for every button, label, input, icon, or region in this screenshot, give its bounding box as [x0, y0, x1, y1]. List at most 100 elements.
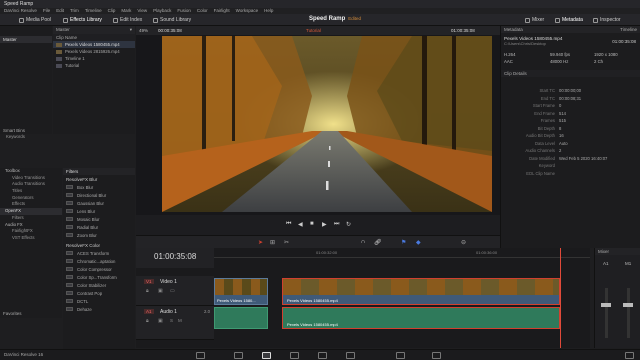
solo-button[interactable]: S — [170, 318, 173, 323]
v1-label[interactable]: V1 — [144, 279, 154, 284]
monitor-icon[interactable]: ▭ — [170, 288, 175, 294]
sound-library-button[interactable]: Sound Library — [150, 16, 194, 24]
video-track-name[interactable]: Video 1 — [160, 279, 177, 285]
clip-row[interactable]: Timeline 1 — [53, 55, 135, 62]
media-page-icon[interactable] — [196, 352, 205, 359]
edit-page-icon[interactable] — [262, 352, 271, 359]
a1-label[interactable]: A1 — [144, 309, 154, 314]
tree-effects[interactable]: Effects — [0, 201, 62, 208]
fx-item[interactable]: Gaussian Blur — [63, 199, 135, 207]
effect-icon — [66, 185, 73, 189]
auto-select-icon[interactable]: ▣ — [158, 318, 163, 324]
auto-select-icon[interactable]: ▣ — [158, 288, 163, 294]
play-reverse-icon[interactable]: ◀ — [298, 221, 303, 228]
fx-item[interactable]: Mosaic Blur — [63, 215, 135, 223]
master-bin[interactable]: Master — [0, 36, 52, 43]
category-blur: ResolveFX Blur — [66, 177, 98, 182]
fusion-page-icon[interactable] — [290, 352, 299, 359]
smart-bins-label: Smart Bins — [3, 128, 26, 133]
edit-index-button[interactable]: Edit Index — [110, 16, 145, 24]
effects-library-button[interactable]: Effects Library — [60, 16, 105, 24]
fx-item[interactable]: Radial Blur — [63, 223, 135, 231]
project-settings-icon[interactable] — [432, 352, 441, 359]
metadata-scope-select[interactable]: Timeline — [620, 27, 637, 32]
time-ruler[interactable]: 01:00:32:00 01:00:36:00 — [214, 248, 590, 258]
fx-item[interactable]: DCTL — [63, 297, 135, 305]
keywords-bin[interactable]: Keywords — [0, 134, 52, 141]
skip-end-icon[interactable]: ⏭ — [334, 221, 339, 228]
fx-item[interactable]: Zoom Blur — [63, 231, 135, 239]
fx-item[interactable]: Color Sp...Transform — [63, 273, 135, 281]
snapping-icon[interactable]: ∩ — [361, 239, 365, 245]
fx-item[interactable]: Lens Blur — [63, 207, 135, 215]
tree-fairlightfx[interactable]: FairlightFX — [0, 228, 62, 235]
deliver-page-icon[interactable] — [396, 352, 405, 359]
playhead[interactable] — [560, 248, 561, 348]
video-track-header: V1 Video 1 🔒︎ ▣ ▭ — [136, 276, 214, 306]
detail-row: Date Modified Wed Feb 5 2020 16:40:07 — [529, 155, 608, 161]
audio-clip[interactable]: Pexels Videos 1580455.mp4 — [282, 307, 560, 329]
video-clip[interactable]: Pexels Videos 1580455.mp4 — [282, 278, 560, 305]
tree-openfx[interactable]: OpenFX — [0, 208, 62, 215]
clip-label: Pexels Videos 1580455.mp4 — [287, 322, 338, 327]
effect-icon — [66, 209, 73, 213]
tree-vst-effects[interactable]: VST Effects — [0, 235, 62, 242]
metadata-button[interactable]: Metadata — [552, 16, 586, 24]
zoom-level[interactable]: 49% — [139, 28, 148, 33]
audio-track-name[interactable]: Audio 1 — [160, 309, 177, 315]
clip-thumbnails — [215, 279, 267, 295]
a1-fader[interactable] — [601, 303, 611, 307]
loop-icon[interactable]: ↻ — [346, 221, 351, 228]
blade-tool-icon[interactable]: ✂ — [284, 239, 289, 246]
fx-item[interactable]: Color Stabilizer — [63, 281, 135, 289]
lock-icon[interactable]: 🔒︎ — [146, 288, 149, 294]
link-icon[interactable]: 🔗︎ — [374, 239, 382, 246]
fx-item[interactable]: ACES Transform — [63, 249, 135, 257]
color-page-icon[interactable] — [318, 352, 327, 359]
fx-item[interactable]: Color Compressor — [63, 265, 135, 273]
tree-video-transitions[interactable]: Video Transitions — [0, 175, 62, 182]
tree-filters[interactable]: Filters — [0, 215, 62, 222]
zoom-out-icon[interactable]: ⊖ — [461, 239, 466, 246]
stop-icon[interactable]: ■ — [310, 221, 314, 227]
tree-titles[interactable]: Titles — [0, 188, 62, 195]
chevron-down-icon[interactable]: ▾ — [130, 27, 132, 33]
detail-row: Frames 515 — [540, 118, 566, 123]
ruler-tick: 01:00:36:00 — [476, 250, 498, 255]
clip-row[interactable]: Pexels Videos 1580455.mp4 — [53, 41, 135, 48]
trim-tool-icon[interactable]: ⊞ — [270, 239, 275, 246]
audio-clip[interactable] — [214, 307, 268, 329]
tree-toolbox[interactable]: Toolbox — [0, 168, 62, 175]
m1-fader[interactable] — [623, 303, 633, 307]
fx-item[interactable]: Box Blur — [63, 183, 135, 191]
timeline-name[interactable]: Tutorial — [306, 28, 321, 33]
tree-audio-transitions[interactable]: Audio Transitions — [0, 181, 62, 188]
tree-generators[interactable]: Generators — [0, 195, 62, 202]
pointer-tool-icon[interactable]: ➤ — [258, 239, 263, 246]
fx-item[interactable]: Chromatic...aptation — [63, 257, 135, 265]
marker-icon[interactable]: ◆ — [416, 239, 421, 246]
mixer-m1-label: M1 — [625, 261, 632, 266]
mute-button[interactable]: M — [178, 318, 182, 323]
effect-icon — [66, 225, 73, 229]
clip-row[interactable]: Pexels Videos 2815926.mp4 — [53, 48, 135, 55]
mixer-button[interactable]: Mixer — [522, 16, 547, 24]
fairlight-page-icon[interactable] — [346, 352, 355, 359]
flag-icon[interactable]: ⚑ — [401, 239, 406, 246]
fader-track — [605, 288, 608, 338]
tree-audio-fx[interactable]: Audio FX — [0, 222, 62, 229]
fx-item[interactable]: Contrast Pop — [63, 289, 135, 297]
column-clip-name[interactable]: Clip Name — [53, 34, 135, 41]
play-icon[interactable]: ▶ — [322, 221, 327, 228]
inspector-button[interactable]: Inspector — [590, 16, 624, 24]
fx-item[interactable]: Dehaze — [63, 305, 135, 313]
cut-page-icon[interactable] — [234, 352, 243, 359]
home-icon[interactable] — [625, 352, 634, 359]
skip-start-icon[interactable]: ⏮ — [286, 221, 291, 228]
lock-icon[interactable]: 🔒︎ — [146, 318, 149, 324]
fx-item[interactable]: Directional Blur — [63, 191, 135, 199]
media-pool-button[interactable]: Media Pool — [16, 16, 54, 24]
clip-details-section[interactable]: Clip Details — [501, 70, 640, 77]
video-clip[interactable]: Pexels Videos 1580... — [214, 278, 268, 305]
clip-row[interactable]: Tutorial — [53, 62, 135, 69]
